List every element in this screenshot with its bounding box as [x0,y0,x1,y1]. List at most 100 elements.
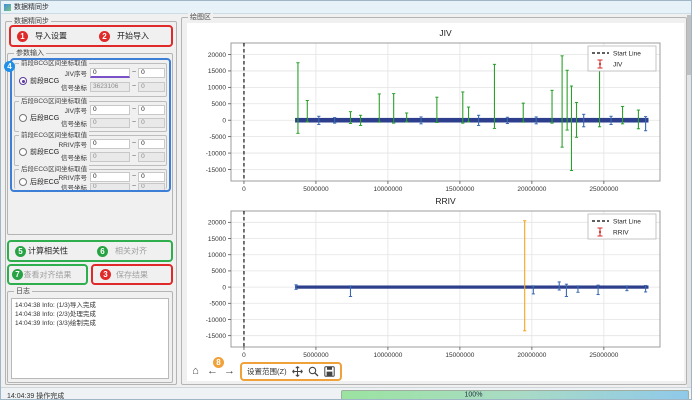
svg-text:Start Line: Start Line [613,51,641,58]
front-bcg-radio-dot[interactable] [19,77,27,85]
rear-bcg-radio-dot[interactable] [19,114,27,122]
svg-text:-10000: -10000 [206,150,227,157]
status-text: 14:04:39 操作完成 [7,391,64,400]
rriv-chart[interactable]: 0 5000000 10000000 15000000 20000000 25000000… [187,195,684,361]
status-bar: 14:04:39 操作完成 100% [1,387,691,400]
range-tool-annotation-box: 设置范围(Z) [240,362,342,381]
svg-text:15000000: 15000000 [445,352,474,359]
front-ecg-radio[interactable]: 前段ECG [19,147,59,157]
forward-arrow-icon[interactable]: → [223,365,236,378]
svg-text:15000: 15000 [208,236,226,243]
save-icon[interactable] [324,366,335,377]
svg-text:JIV: JIV [439,28,452,38]
plot-toolbar: ⌂ ← → 设置范围(Z) [189,361,342,381]
svg-text:0: 0 [242,352,246,359]
app-icon [4,4,11,11]
title-bar: 数据精同步 [1,1,691,14]
som-badge-4: 4 [4,61,15,72]
jiv-index-from-input[interactable] [90,68,130,78]
svg-text:0: 0 [222,118,226,125]
rear-ecg-radio[interactable]: 后段ECG [19,177,59,187]
rriv-index-row-1: RRIV序号 ~ [55,138,165,149]
jiv-index-row-2: JIV序号 ~ [55,104,165,115]
front-ecg-radio-dot[interactable] [19,148,27,156]
svg-text:0: 0 [222,284,226,291]
pan-icon[interactable] [292,366,303,377]
som-badge-6: 6 [97,246,108,257]
svg-text:15000: 15000 [208,68,226,75]
window-title: 数据精同步 [14,2,49,12]
rear-bcg-radio[interactable]: 后段BCG [19,113,59,123]
svg-text:-15000: -15000 [206,167,227,174]
progress-label: 100% [465,392,483,399]
som-badge-3: 3 [100,269,111,280]
svg-text:25000000: 25000000 [589,186,618,193]
zoom-icon[interactable] [308,366,319,377]
section-rear-bcg: 后段BCG区间坐标取值 后段BCG JIV序号 ~ 信号坐标 ~ [14,101,167,132]
front-bcg-radio[interactable]: 前段BCG [19,76,59,86]
rriv-index-from-input-2[interactable] [90,172,130,182]
tilde-sep: ~ [132,69,136,76]
signal-coord-from-input-3 [90,152,130,162]
plot-canvas[interactable]: 0500000010000000150000002000000025000000… [187,23,684,381]
svg-text:RRIV: RRIV [613,230,629,237]
rear-ecg-radio-dot[interactable] [19,178,27,186]
right-scrollbar[interactable] [687,15,691,387]
svg-text:5000000: 5000000 [303,186,329,193]
svg-text:20000: 20000 [208,220,226,227]
section-front-ecg: 前段ECG区间坐标取值 前段ECG RRIV序号 ~ 信号坐标 ~ [14,135,167,166]
svg-text:-5000: -5000 [209,134,226,141]
signal-coord-from-input-2 [90,118,130,128]
signal-coord-to-input [138,82,165,92]
signal-coord-label: 信号坐标 [55,82,87,92]
jiv-index-to-input[interactable] [138,68,165,78]
log-line: 14:04:39 Info: (3/3)绘制完成 [15,319,165,328]
log-listbox[interactable]: 14:04:38 Info: (1/3)导入完成 14:04:38 Info: … [11,298,169,379]
rriv-index-to-input[interactable] [138,139,165,149]
svg-text:20000000: 20000000 [517,352,546,359]
svg-text:Start Line: Start Line [613,219,641,226]
section-rear-ecg: 后段ECG区间坐标取值 后段ECG RRIV序号 ~ 信号坐标 ~ [14,169,167,189]
home-icon[interactable]: ⌂ [189,365,202,378]
svg-text:10000000: 10000000 [373,186,402,193]
svg-text:5000: 5000 [212,101,227,108]
scrollbar-thumb[interactable] [687,15,691,75]
jiv-index-from-input-2[interactable] [90,105,130,115]
signal-coord-from-input-4 [90,183,130,191]
log-group-title: 日志 [14,287,32,296]
signal-coord-row-3: 信号坐标 ~ [55,151,165,162]
progress-bar: 100% [341,390,689,400]
section-front-bcg: 前段BCG区间坐标取值 前段BCG JIV序号 ~ 信号坐标 ~ [14,63,167,97]
som-badge-2: 2 [99,31,110,42]
jiv-index-to-input-2[interactable] [138,105,165,115]
set-range-button[interactable]: 设置范围(Z) [247,366,287,377]
svg-text:-15000: -15000 [206,333,227,340]
som-badge-5: 5 [15,246,26,257]
svg-text:10000000: 10000000 [373,352,402,359]
rriv-index-from-input[interactable] [90,139,130,149]
log-line: 14:04:38 Info: (1/3)导入完成 [15,301,165,310]
signal-coord-row-2: 信号坐标 ~ [55,117,165,128]
svg-text:RRIV: RRIV [435,196,456,206]
svg-text:20000: 20000 [208,52,226,59]
svg-text:-10000: -10000 [206,317,227,324]
svg-text:25000000: 25000000 [589,352,618,359]
svg-text:10000: 10000 [208,252,226,259]
svg-text:-5000: -5000 [209,301,226,308]
jiv-index-row-1: JIV序号 ~ [55,67,165,78]
params-group-title: 参数输入 [14,49,46,58]
signal-coord-from-input [90,82,130,92]
app-window: 数据精同步 数据精同步 导入设置 1 开始导入 2 参数输入 4 前段BCG区间… [0,0,692,400]
jiv-chart[interactable]: 0500000010000000150000002000000025000000… [187,23,684,195]
signal-coord-row-4: 信号坐标 ~ [55,182,165,191]
log-line: 14:04:38 Info: (2/3)处理完成 [15,310,165,319]
rriv-index-to-input-2[interactable] [138,172,165,182]
rriv-index-row-2: RRIV序号 ~ [55,171,165,182]
svg-text:0: 0 [242,186,246,193]
plot-panel-group-title: 绘图区 [188,13,213,22]
svg-text:15000000: 15000000 [445,186,474,193]
som-badge-1: 1 [17,31,28,42]
svg-text:10000: 10000 [208,85,226,92]
svg-text:5000000: 5000000 [303,352,329,359]
signal-coord-row-1: 信号坐标 ~ [55,81,165,92]
